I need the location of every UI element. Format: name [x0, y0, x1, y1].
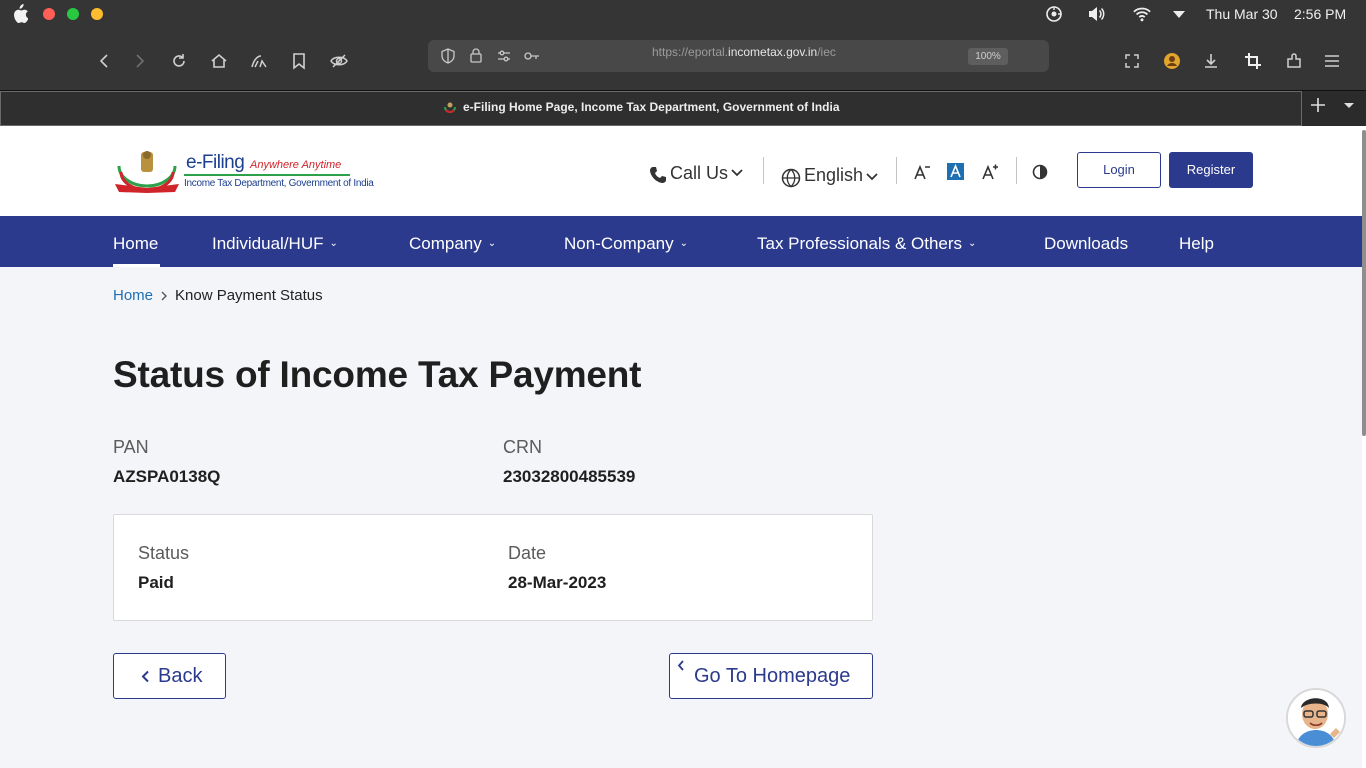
bookmark-icon[interactable] — [289, 51, 309, 71]
wifi-icon[interactable] — [1133, 5, 1151, 23]
tab-title[interactable]: e-Filing Home Page, Income Tax Departmen… — [463, 100, 840, 114]
status-card — [113, 514, 873, 621]
call-us-dropdown[interactable]: Call Us — [670, 163, 728, 184]
crop-icon[interactable] — [1243, 51, 1263, 71]
window-minimize-button[interactable] — [91, 8, 103, 20]
nav-downloads[interactable]: Downloads — [1044, 234, 1128, 254]
register-button[interactable]: Register — [1169, 152, 1253, 188]
tab-list-chevron-icon[interactable] — [1342, 100, 1356, 110]
screen-record-icon[interactable] — [1045, 5, 1063, 23]
homepage-button-label: Go To Homepage — [694, 665, 851, 687]
chevron-down-icon: ⌄ — [679, 238, 688, 249]
logo-tagline: Anywhere Anytime — [250, 159, 342, 171]
font-decrease-icon[interactable] — [913, 163, 931, 181]
nav-non-company[interactable]: Non-Company ⌄ — [564, 234, 688, 254]
nav-tax-professionals[interactable]: Tax Professionals & Others ⌄ — [757, 234, 976, 254]
hide-eye-icon[interactable] — [329, 51, 349, 71]
url-text[interactable]: https://eportal.incometax.gov.in/iec — [652, 45, 857, 59]
chevron-down-icon: ⌄ — [968, 238, 977, 249]
font-increase-icon[interactable] — [981, 163, 999, 181]
nav-active-indicator — [113, 264, 160, 267]
header-divider — [1016, 157, 1017, 184]
back-button[interactable]: Back — [113, 653, 226, 699]
nav-company[interactable]: Company ⌄ — [409, 234, 496, 254]
scrollbar-thumb[interactable] — [1362, 130, 1366, 436]
macos-menubar — [0, 0, 1366, 28]
zoom-level[interactable]: 100% — [968, 48, 1008, 65]
chevron-down-icon[interactable] — [731, 168, 743, 177]
page-title: Status of Income Tax Payment — [113, 354, 642, 395]
contrast-icon[interactable] — [1032, 164, 1048, 180]
date-label: Date — [508, 543, 547, 563]
login-button[interactable]: Login — [1077, 152, 1161, 188]
logo-title: e-Filing — [186, 152, 245, 173]
nav-home[interactable]: Home — [113, 234, 158, 254]
breadcrumb-current: Know Payment Status — [175, 287, 323, 304]
fullscreen-icon[interactable] — [1122, 51, 1142, 71]
phone-icon[interactable] — [649, 166, 667, 184]
status-label: Status — [138, 543, 190, 563]
back-button-label: Back — [158, 665, 203, 687]
status-value: Paid — [138, 573, 174, 592]
site-settings-icon[interactable] — [496, 48, 512, 64]
logo-subtitle: Income Tax Department, Government of Ind… — [184, 178, 374, 189]
back-arrow-icon[interactable] — [94, 51, 114, 71]
date-value: 28-Mar-2023 — [508, 573, 607, 592]
extensions-icon[interactable] — [1284, 51, 1304, 71]
new-tab-icon[interactable] — [1308, 95, 1328, 115]
chevron-down-icon[interactable] — [866, 172, 878, 181]
forward-arrow-icon[interactable] — [130, 51, 150, 71]
chatbot-face-icon — [1288, 690, 1344, 746]
window-close-button[interactable] — [43, 8, 55, 20]
apple-icon[interactable] — [10, 4, 28, 24]
crn-value: 23032800485539 — [503, 467, 636, 486]
chevron-right-icon — [161, 291, 167, 301]
header-divider — [896, 157, 897, 184]
logo-divider — [184, 174, 350, 176]
chevron-down-icon: ⌄ — [487, 238, 497, 249]
chevron-left-icon — [677, 660, 684, 671]
chevron-down-icon: ⌄ — [329, 238, 338, 249]
speed-dial-icon[interactable] — [249, 51, 269, 71]
go-to-homepage-button[interactable]: Go To Homepage — [669, 653, 873, 699]
globe-icon[interactable] — [781, 168, 801, 188]
home-icon[interactable] — [209, 51, 229, 71]
language-dropdown[interactable]: English — [804, 165, 863, 186]
nav-help[interactable]: Help — [1179, 234, 1214, 254]
reload-icon[interactable] — [169, 51, 189, 71]
header-divider — [763, 157, 764, 184]
crn-label: CRN — [503, 437, 542, 457]
control-center-icon[interactable] — [1170, 5, 1188, 23]
shield-icon[interactable] — [440, 48, 456, 64]
window-zoom-button[interactable] — [67, 8, 79, 20]
menubar-time[interactable]: 2:56 PM — [1294, 6, 1346, 22]
lock-icon[interactable] — [468, 47, 484, 63]
pan-label: PAN — [113, 437, 149, 457]
nav-individual-huf[interactable]: Individual/HUF ⌄ — [212, 234, 338, 254]
volume-icon[interactable] — [1087, 5, 1105, 23]
menubar-date[interactable]: Thu Mar 30 — [1206, 6, 1278, 22]
emblem-favicon-icon — [444, 102, 456, 113]
chevron-left-icon — [141, 670, 149, 683]
pan-value: AZSPA0138Q — [113, 467, 221, 486]
chatbot-avatar[interactable] — [1286, 688, 1346, 748]
menu-icon[interactable] — [1322, 51, 1342, 71]
income-tax-emblem-logo[interactable] — [113, 146, 181, 193]
profile-avatar-icon[interactable] — [1162, 51, 1182, 71]
download-icon[interactable] — [1201, 51, 1221, 71]
key-icon[interactable] — [523, 48, 541, 64]
font-default-icon[interactable] — [947, 163, 964, 180]
breadcrumb-home-link[interactable]: Home — [113, 287, 153, 304]
